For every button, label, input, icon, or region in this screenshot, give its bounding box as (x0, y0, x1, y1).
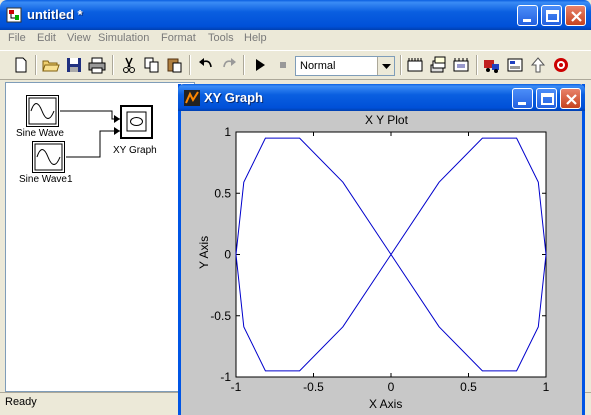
menu-format[interactable]: Format (161, 32, 196, 44)
xy-close-button[interactable] (560, 88, 581, 109)
y-tick-label: 0 (224, 248, 231, 262)
toolbar-separator (243, 55, 245, 75)
paste-icon[interactable] (166, 56, 184, 74)
toolbar-separator (112, 55, 114, 75)
title-bar[interactable]: untitled * (0, 0, 591, 30)
new-model-icon[interactable] (12, 56, 30, 74)
y-tick-label: -1 (220, 370, 231, 384)
library-icon[interactable] (452, 56, 470, 74)
toolbar: Normal (0, 50, 591, 80)
x-tick-label: 0.5 (460, 380, 477, 394)
redo-icon[interactable] (220, 56, 238, 74)
menu-edit[interactable]: Edit (37, 32, 56, 44)
xy-maximize-button[interactable] (536, 88, 557, 109)
xy-minimize-button[interactable] (512, 88, 533, 109)
minimize-icon (523, 19, 531, 22)
xy-graph-window-title: XY Graph (204, 90, 264, 105)
toolbar-separator (476, 55, 478, 75)
simulation-mode-value: Normal (300, 60, 336, 72)
x-axis-label: X Axis (369, 397, 403, 411)
copy-icon[interactable] (143, 56, 161, 74)
menu-file[interactable]: File (8, 32, 26, 44)
debug-target-icon[interactable] (552, 56, 570, 74)
matlab-figure-icon (184, 90, 200, 106)
y-axis-label: Y Axis (197, 235, 211, 269)
menu-bar: File Edit View Simulation Format Tools H… (0, 30, 591, 48)
print-icon[interactable] (88, 56, 106, 74)
y-tick-label: 0.5 (214, 186, 231, 200)
x-tick-label: 0 (388, 380, 395, 394)
menu-simulation[interactable]: Simulation (98, 32, 149, 44)
close-icon (566, 94, 577, 105)
xy-plot: -1 -0.5 0 0.5 1 1 0.5 0 -0.5 -1 (210, 125, 550, 394)
go-to-parent-icon[interactable] (529, 56, 547, 74)
dropdown-arrow[interactable] (377, 57, 394, 75)
update-diagram-icon[interactable] (429, 56, 447, 74)
undo-icon[interactable] (197, 56, 215, 74)
simulink-model-window: untitled * File Edit View Simulation For… (0, 0, 591, 415)
menu-help[interactable]: Help (244, 32, 267, 44)
minimize-icon (518, 102, 526, 105)
maximize-icon (541, 93, 554, 105)
maximize-icon (546, 10, 559, 22)
minimize-button[interactable] (517, 5, 538, 26)
menu-tools[interactable]: Tools (208, 32, 234, 44)
save-icon[interactable] (65, 56, 83, 74)
stop-simulation-icon[interactable] (274, 56, 292, 74)
toolbar-separator (400, 55, 402, 75)
menu-view[interactable]: View (67, 32, 91, 44)
simulink-app-icon (6, 7, 22, 23)
x-tick-label: -0.5 (303, 380, 324, 394)
x-tick-label: -1 (231, 380, 242, 394)
xy-graph-title-bar[interactable]: XY Graph (178, 84, 585, 111)
close-button[interactable] (565, 5, 586, 26)
toolbar-separator (189, 55, 191, 75)
open-folder-icon[interactable] (42, 56, 60, 74)
xy-graph-window: XY Graph X Y Plot -1 -0.5 0 0.5 1 1 0.5 0 -0.5 -1… (178, 84, 585, 415)
signal-lines (60, 110, 120, 158)
y-tick-label: -0.5 (210, 309, 231, 323)
plot-area: X Y Plot -1 -0.5 0 0.5 1 1 0.5 0 -0.5 -1 Y Axis X… (181, 111, 582, 415)
status-text: Ready (5, 396, 37, 408)
y-tick-label: 1 (224, 125, 231, 139)
model-explorer-icon[interactable] (483, 56, 501, 74)
start-simulation-icon[interactable] (251, 56, 269, 74)
debugger-icon[interactable] (506, 56, 524, 74)
simulation-mode-select[interactable]: Normal (295, 56, 395, 76)
model-canvas[interactable]: Sine Wave Sine Wave1 XY Graph (5, 82, 195, 392)
x-tick-label: 1 (543, 380, 550, 394)
chevron-down-icon (382, 64, 391, 69)
maximize-button[interactable] (541, 5, 562, 26)
cut-icon[interactable] (120, 56, 138, 74)
close-icon (571, 11, 582, 22)
build-icon[interactable] (406, 56, 424, 74)
toolbar-separator (35, 55, 37, 75)
window-title: untitled * (27, 7, 83, 22)
